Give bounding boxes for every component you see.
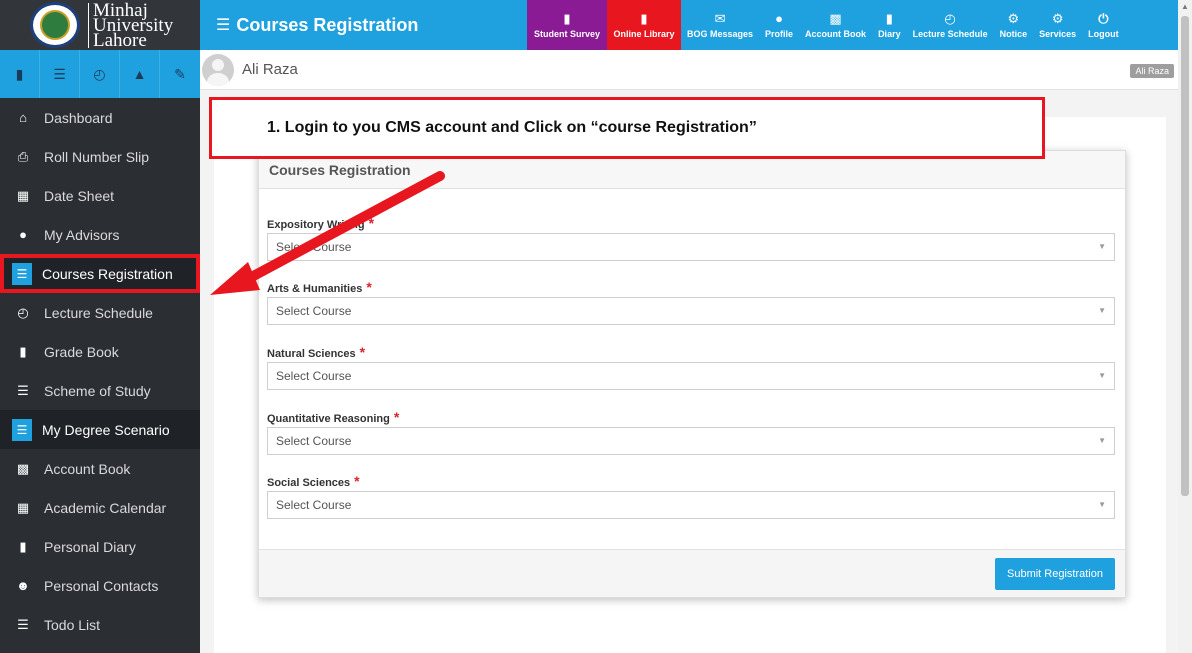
sidebar-item-todo-list[interactable]: ☰ Todo List xyxy=(0,605,200,644)
page-scrollbar[interactable]: ▲ xyxy=(1178,0,1192,653)
field-natural-sciences: Natural Sciences * Select Course ▼ xyxy=(267,344,1115,390)
nav-account-book[interactable]: ▩ Account Book xyxy=(799,0,872,50)
nav-logout[interactable]: ⏻ Logout xyxy=(1082,0,1125,50)
sidebar-menu: ⌂ Dashboard ⎙ Roll Number Slip ▦ Date Sheet… xyxy=(0,98,200,644)
users-icon: ☻ xyxy=(16,578,30,593)
nav-student-survey[interactable]: ▮ Student Survey xyxy=(527,0,607,50)
envelope-icon: ✉ xyxy=(714,10,726,26)
nav-profile[interactable]: ● Profile xyxy=(759,0,799,50)
wrench-icon[interactable]: ✎ xyxy=(160,50,200,98)
chevron-down-icon: ▼ xyxy=(1098,242,1106,251)
sidebar-item-academic-calendar[interactable]: ▦ Academic Calendar xyxy=(0,488,200,527)
cogs-icon: ⚙ xyxy=(1051,10,1064,26)
scroll-thumb[interactable] xyxy=(1181,16,1189,496)
nav-services[interactable]: ⚙ Services xyxy=(1033,0,1082,50)
home-icon: ⌂ xyxy=(19,110,27,125)
social-sciences-select[interactable]: Select Course ▼ xyxy=(267,491,1115,519)
top-navigation-bar: ☰ Courses Registration ▮ Student Survey ▮… xyxy=(200,0,1192,50)
sidebar: Minhaj University Lahore ▮ ☰ ◴ ▲ ✎ ⌂ Dash… xyxy=(0,0,200,653)
list-icon: ☰ xyxy=(17,616,29,632)
expository-writing-select[interactable]: Select Course ▼ xyxy=(267,233,1115,261)
nav-lecture-schedule[interactable]: ◴ Lecture Schedule xyxy=(907,0,994,50)
sidebar-item-my-degree-scenario[interactable]: ☰ My Degree Scenario xyxy=(0,410,200,449)
user-icon: ● xyxy=(19,227,27,242)
list-icon[interactable]: ☰ xyxy=(40,50,80,98)
file-icon: ▮ xyxy=(885,10,893,26)
money-icon: ▩ xyxy=(829,10,842,26)
field-quantitative-reasoning: Quantitative Reasoning * Select Course ▼ xyxy=(267,409,1115,455)
list-icon: ☰ xyxy=(17,382,29,398)
quantitative-reasoning-select[interactable]: Select Course ▼ xyxy=(267,427,1115,455)
sidebar-item-roll-number-slip[interactable]: ⎙ Roll Number Slip xyxy=(0,137,200,176)
sitemap-icon[interactable]: ▲ xyxy=(120,50,160,98)
sidebar-item-courses-registration[interactable]: ☰ Courses Registration xyxy=(0,254,200,293)
power-icon: ⏻ xyxy=(1098,10,1109,26)
courses-registration-form: Courses Registration Expository Writing *… xyxy=(258,150,1126,598)
sidebar-item-grade-book[interactable]: ▮ Grade Book xyxy=(0,332,200,371)
user-badge[interactable]: Ali Raza xyxy=(1130,64,1174,78)
print-icon: ⎙ xyxy=(17,148,29,164)
arts-humanities-select[interactable]: Select Course ▼ xyxy=(267,297,1115,325)
sidebar-item-personal-contacts[interactable]: ☻ Personal Contacts xyxy=(0,566,200,605)
required-mark: * xyxy=(354,473,360,489)
clock-icon[interactable]: ◴ xyxy=(80,50,120,98)
nav-online-library[interactable]: ▮ Online Library xyxy=(607,0,681,50)
field-arts-humanities: Arts & Humanities * Select Course ▼ xyxy=(267,279,1115,325)
university-name: Minhaj University Lahore xyxy=(88,1,173,50)
sidebar-item-my-advisors[interactable]: ● My Advisors xyxy=(0,215,200,254)
book-icon: ▮ xyxy=(19,343,27,359)
required-mark: * xyxy=(393,409,400,425)
calendar-icon: ▦ xyxy=(16,499,30,515)
required-mark: * xyxy=(359,344,366,360)
page-title: ☰ Courses Registration xyxy=(216,14,419,35)
chevron-down-icon: ▼ xyxy=(1098,500,1106,509)
sidebar-item-dashboard[interactable]: ⌂ Dashboard xyxy=(0,98,200,137)
list-icon: ☰ xyxy=(12,262,32,285)
required-mark: * xyxy=(366,279,372,295)
book-icon: ▮ xyxy=(563,10,571,26)
file-icon[interactable]: ▮ xyxy=(0,50,40,98)
list-icon: ☰ xyxy=(12,418,32,441)
nav-bog-messages[interactable]: ✉ BOG Messages xyxy=(681,0,759,50)
calendar-icon: ▦ xyxy=(16,187,30,203)
field-social-sciences: Social Sciences * Select Course ▼ xyxy=(267,473,1115,519)
file-icon: ▮ xyxy=(19,538,27,554)
chevron-down-icon: ▼ xyxy=(1098,306,1106,315)
user-bar: Ali Raza Ali Raza xyxy=(200,50,1178,90)
user-name: Ali Raza xyxy=(242,61,298,78)
sidebar-item-account-book[interactable]: ▩ Account Book xyxy=(0,449,200,488)
sidebar-icon-bar: ▮ ☰ ◴ ▲ ✎ xyxy=(0,50,200,98)
scroll-up-icon[interactable]: ▲ xyxy=(1181,2,1189,11)
field-expository-writing: Expository Writing * Select Course ▼ xyxy=(267,215,1115,261)
chevron-down-icon: ▼ xyxy=(1098,371,1106,380)
user-icon: ● xyxy=(775,10,783,26)
top-nav-links: ▮ Student Survey ▮ Online Library ✉ BOG Mes… xyxy=(527,0,1125,50)
nav-diary[interactable]: ▮ Diary xyxy=(872,0,907,50)
chevron-down-icon: ▼ xyxy=(1098,436,1106,445)
list-icon: ☰ xyxy=(216,17,231,34)
sidebar-item-scheme-of-study[interactable]: ☰ Scheme of Study xyxy=(0,371,200,410)
clock-icon: ◴ xyxy=(944,10,956,26)
natural-sciences-select[interactable]: Select Course ▼ xyxy=(267,362,1115,390)
cogs-icon: ⚙ xyxy=(1007,10,1020,26)
required-mark: * xyxy=(368,215,375,231)
book-icon: ▮ xyxy=(640,10,648,26)
university-seal-icon xyxy=(30,2,80,48)
avatar[interactable] xyxy=(202,53,234,86)
form-footer: Submit Registration xyxy=(259,549,1125,597)
submit-registration-button[interactable]: Submit Registration xyxy=(995,558,1115,590)
sidebar-item-lecture-schedule[interactable]: ◴ Lecture Schedule xyxy=(0,293,200,332)
clock-icon: ◴ xyxy=(17,304,29,320)
university-logo[interactable]: Minhaj University Lahore xyxy=(0,0,200,50)
sidebar-item-personal-diary[interactable]: ▮ Personal Diary xyxy=(0,527,200,566)
sidebar-item-date-sheet[interactable]: ▦ Date Sheet xyxy=(0,176,200,215)
instruction-callout: 1. Login to you CMS account and Click on… xyxy=(209,97,1045,159)
nav-notice[interactable]: ⚙ Notice xyxy=(994,0,1034,50)
money-icon: ▩ xyxy=(16,460,30,476)
